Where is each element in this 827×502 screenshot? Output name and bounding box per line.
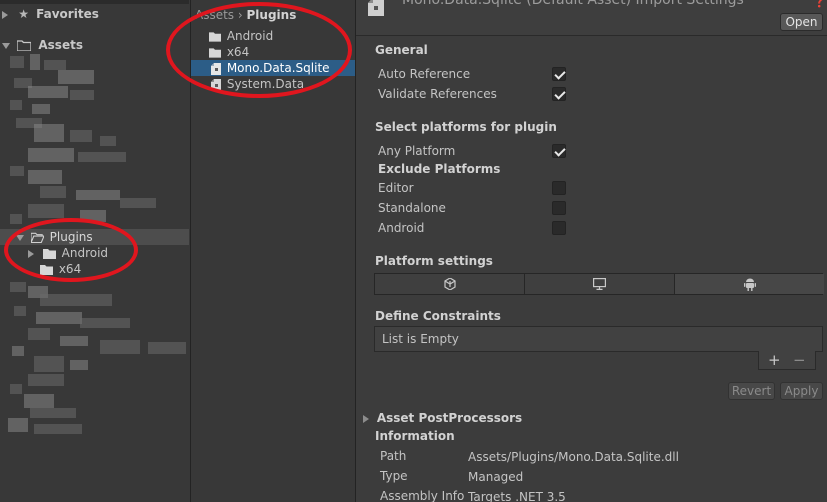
info-path-label: Path: [380, 449, 407, 463]
help-icon[interactable]: ❓: [812, 0, 827, 8]
list-footer: + −: [758, 351, 816, 370]
inspector-header: Mono.Data.Sqlite (Default Asset) Import …: [356, 0, 827, 36]
asset-postprocessors-label: Asset PostProcessors: [376, 411, 523, 425]
auto-reference-label: Auto Reference: [378, 67, 471, 81]
exclude-editor-checkbox[interactable]: [552, 181, 566, 195]
inspector-title: Mono.Data.Sqlite (Default Asset) Import …: [402, 0, 744, 8]
tab-android-platform[interactable]: [675, 274, 824, 294]
tree-item-assets[interactable]: Assets: [2, 37, 83, 53]
apply-button[interactable]: Apply: [780, 382, 823, 400]
annotation-ellipse-tree: [4, 218, 138, 282]
expand-arrow-icon[interactable]: [363, 414, 369, 423]
monitor-icon: [593, 278, 606, 290]
info-type-label: Type: [380, 469, 408, 483]
info-type-value: Managed: [468, 470, 524, 484]
annotation-ellipse-files: [166, 2, 352, 98]
dll-file-icon: [368, 0, 384, 16]
validate-references-checkbox[interactable]: [552, 87, 566, 101]
define-constraints-list: List is Empty: [374, 326, 823, 352]
exclude-android-label: Android: [378, 221, 425, 235]
any-platform-checkbox[interactable]: [552, 144, 566, 158]
any-platform-label: Any Platform: [378, 144, 456, 158]
exclude-editor-label: Editor: [378, 181, 414, 195]
tree-item-favorites[interactable]: ★ Favorites: [2, 6, 99, 22]
asset-postprocessors-foldout[interactable]: Asset PostProcessors: [363, 411, 522, 425]
collapse-arrow-icon[interactable]: [2, 42, 10, 49]
info-assembly-label: Assembly Info: [380, 489, 465, 502]
tab-default-platform[interactable]: [375, 274, 525, 294]
android-icon: [743, 278, 756, 291]
validate-references-label: Validate References: [378, 87, 497, 101]
star-icon: ★: [18, 7, 29, 21]
tree-item-label: Assets: [38, 38, 83, 52]
unity-icon: [443, 278, 456, 290]
exclude-standalone-label: Standalone: [378, 201, 446, 215]
expand-arrow-icon[interactable]: [2, 10, 8, 19]
panel-top-border: [0, 0, 189, 4]
project-files-panel: Assets › Plugins Android x64 Mono.Data.S…: [166, 0, 355, 502]
revert-button[interactable]: Revert: [728, 382, 775, 400]
tree-item-label: Favorites: [36, 7, 99, 21]
add-constraint-button[interactable]: +: [768, 351, 781, 369]
exclude-platforms-label: Exclude Platforms: [378, 162, 501, 176]
tab-standalone-platform[interactable]: [525, 274, 675, 294]
open-button[interactable]: Open: [780, 13, 823, 31]
info-assembly-value: Targets .NET 3.5: [468, 490, 566, 502]
info-path-value: Assets/Plugins/Mono.Data.Sqlite.dll: [468, 450, 679, 464]
auto-reference-checkbox[interactable]: [552, 67, 566, 81]
platform-tabs: [374, 273, 824, 295]
inspector-panel: Mono.Data.Sqlite (Default Asset) Import …: [355, 0, 827, 502]
section-platforms-title: Select platforms for plugin: [375, 120, 557, 134]
folder-icon: [17, 40, 32, 51]
section-information-title: Information: [375, 429, 455, 443]
section-define-constraints-title: Define Constraints: [375, 309, 501, 323]
hierarchy-tree-panel: ★ Favorites Assets Plugins Android x64: [0, 0, 189, 502]
remove-constraint-button[interactable]: −: [793, 351, 806, 369]
exclude-android-checkbox[interactable]: [552, 221, 566, 235]
section-platform-settings-title: Platform settings: [375, 254, 493, 268]
section-general-title: General: [375, 43, 428, 57]
exclude-standalone-checkbox[interactable]: [552, 201, 566, 215]
